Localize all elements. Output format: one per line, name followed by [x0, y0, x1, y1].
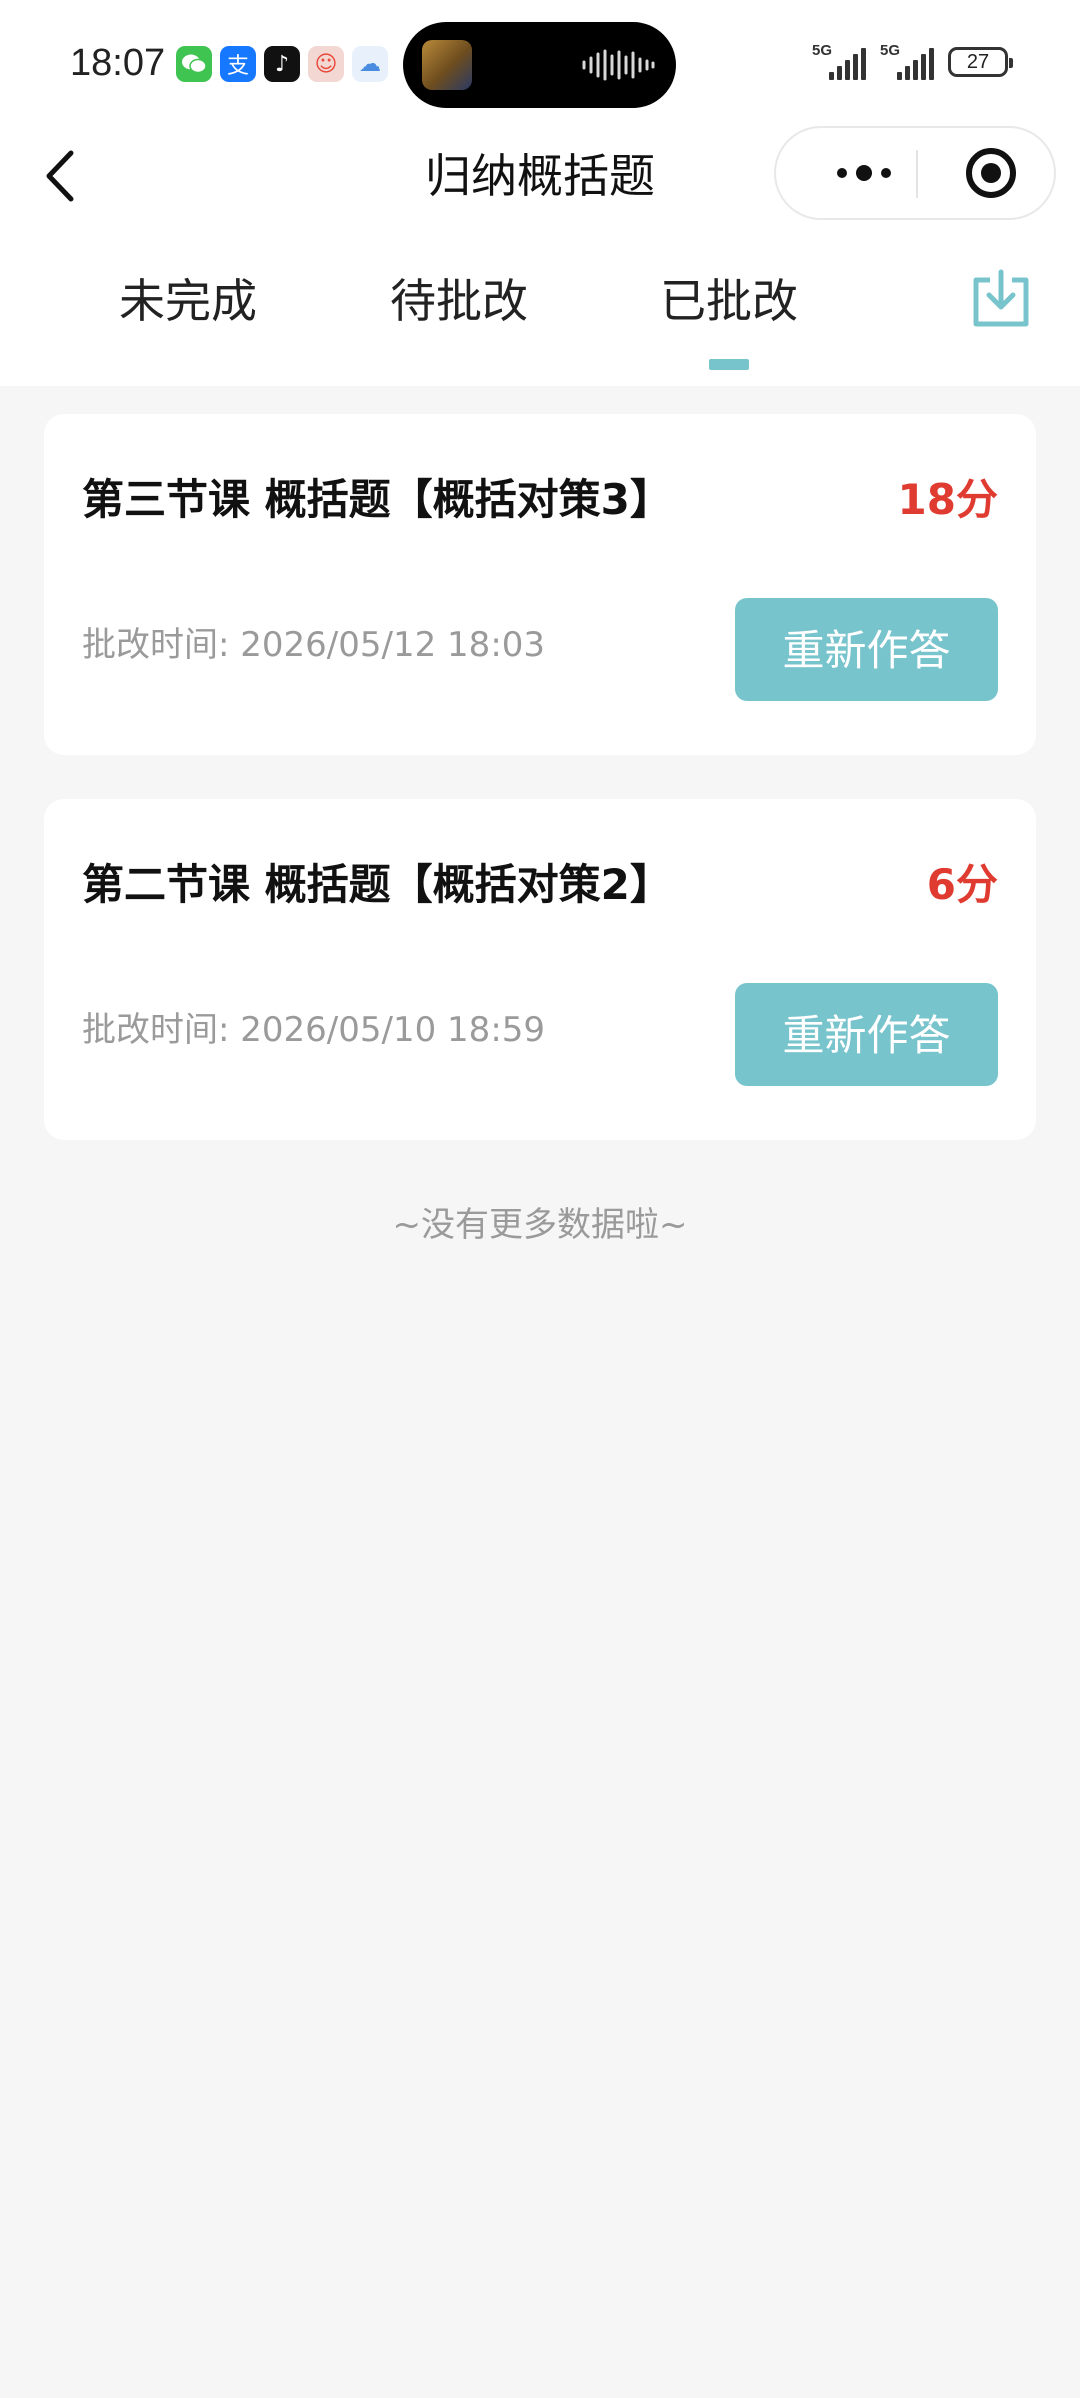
tab-pending-review[interactable]: 待批改 [349, 256, 569, 346]
tab-unfinished[interactable]: 未完成 [78, 256, 298, 346]
alipay-icon: 支 [220, 46, 256, 82]
wechat-icon [176, 46, 212, 82]
battery-level: 27 [966, 50, 990, 73]
page-title: 归纳概括题 [425, 149, 655, 203]
game-app-icon: ☺ [308, 46, 344, 82]
redo-button[interactable]: 重新作答 [735, 983, 998, 1086]
capsule-divider [916, 150, 918, 198]
tab-reviewed[interactable]: 已批改 [619, 256, 839, 346]
chevron-left-icon [46, 150, 74, 202]
end-of-list-hint: ~没有更多数据啦~ [392, 1205, 688, 1245]
assignment-title: 第二节课 概括题【概括对策2】 [82, 860, 672, 909]
close-miniprogram-button[interactable] [946, 128, 1036, 218]
battery-icon: 27 [948, 47, 1013, 77]
review-time-value: 2026/05/10 18:59 [240, 1010, 546, 1050]
notification-app-icons: 支 ♪ ☺ ☁ [176, 46, 388, 82]
more-dots-icon [837, 165, 891, 181]
status-bar: 18:07 支 ♪ ☺ ☁ 5G 5G 27 [0, 0, 1080, 126]
system-status-icons: 5G 5G 27 [812, 42, 1013, 80]
review-time-label: 批改时间: [82, 625, 230, 665]
media-thumbnail [422, 40, 472, 90]
redo-button[interactable]: 重新作答 [735, 598, 998, 701]
active-tab-indicator [709, 359, 749, 370]
navigation-bar: 归纳概括题 [0, 126, 1080, 244]
cellular-signal-icon: 5G [880, 42, 934, 80]
review-time: 批改时间: 2026/05/10 18:59 [82, 1007, 545, 1053]
list-item[interactable]: 第三节课 概括题【概括对策3】 18分 批改时间: 2026/05/12 18:… [44, 414, 1036, 755]
back-button[interactable] [30, 146, 90, 206]
network-type-label: 5G [880, 42, 901, 59]
miniprogram-capsule [774, 126, 1056, 220]
list-item[interactable]: 第二节课 概括题【概括对策2】 6分 批改时间: 2026/05/10 18:5… [44, 799, 1036, 1140]
download-button[interactable] [966, 264, 1036, 334]
assignment-title: 第三节课 概括题【概括对策3】 [82, 475, 672, 524]
more-button[interactable] [816, 128, 912, 218]
review-time-value: 2026/05/12 18:03 [240, 625, 546, 665]
score-label: 18分 [897, 475, 998, 524]
audio-wave-icon [582, 49, 655, 81]
review-time: 批改时间: 2026/05/12 18:03 [82, 622, 545, 668]
cloud-app-icon: ☁ [352, 46, 388, 82]
network-type-label: 5G [812, 42, 833, 59]
target-close-icon [966, 148, 1016, 198]
cellular-signal-icon: 5G [812, 42, 866, 80]
dynamic-island[interactable] [403, 22, 676, 108]
download-icon [973, 269, 1029, 327]
tiktok-icon: ♪ [264, 46, 300, 82]
review-time-label: 批改时间: [82, 1010, 230, 1050]
status-time: 18:07 [70, 42, 166, 84]
status-tabs: 未完成 待批改 已批改 [0, 244, 1080, 386]
score-label: 6分 [926, 860, 998, 909]
